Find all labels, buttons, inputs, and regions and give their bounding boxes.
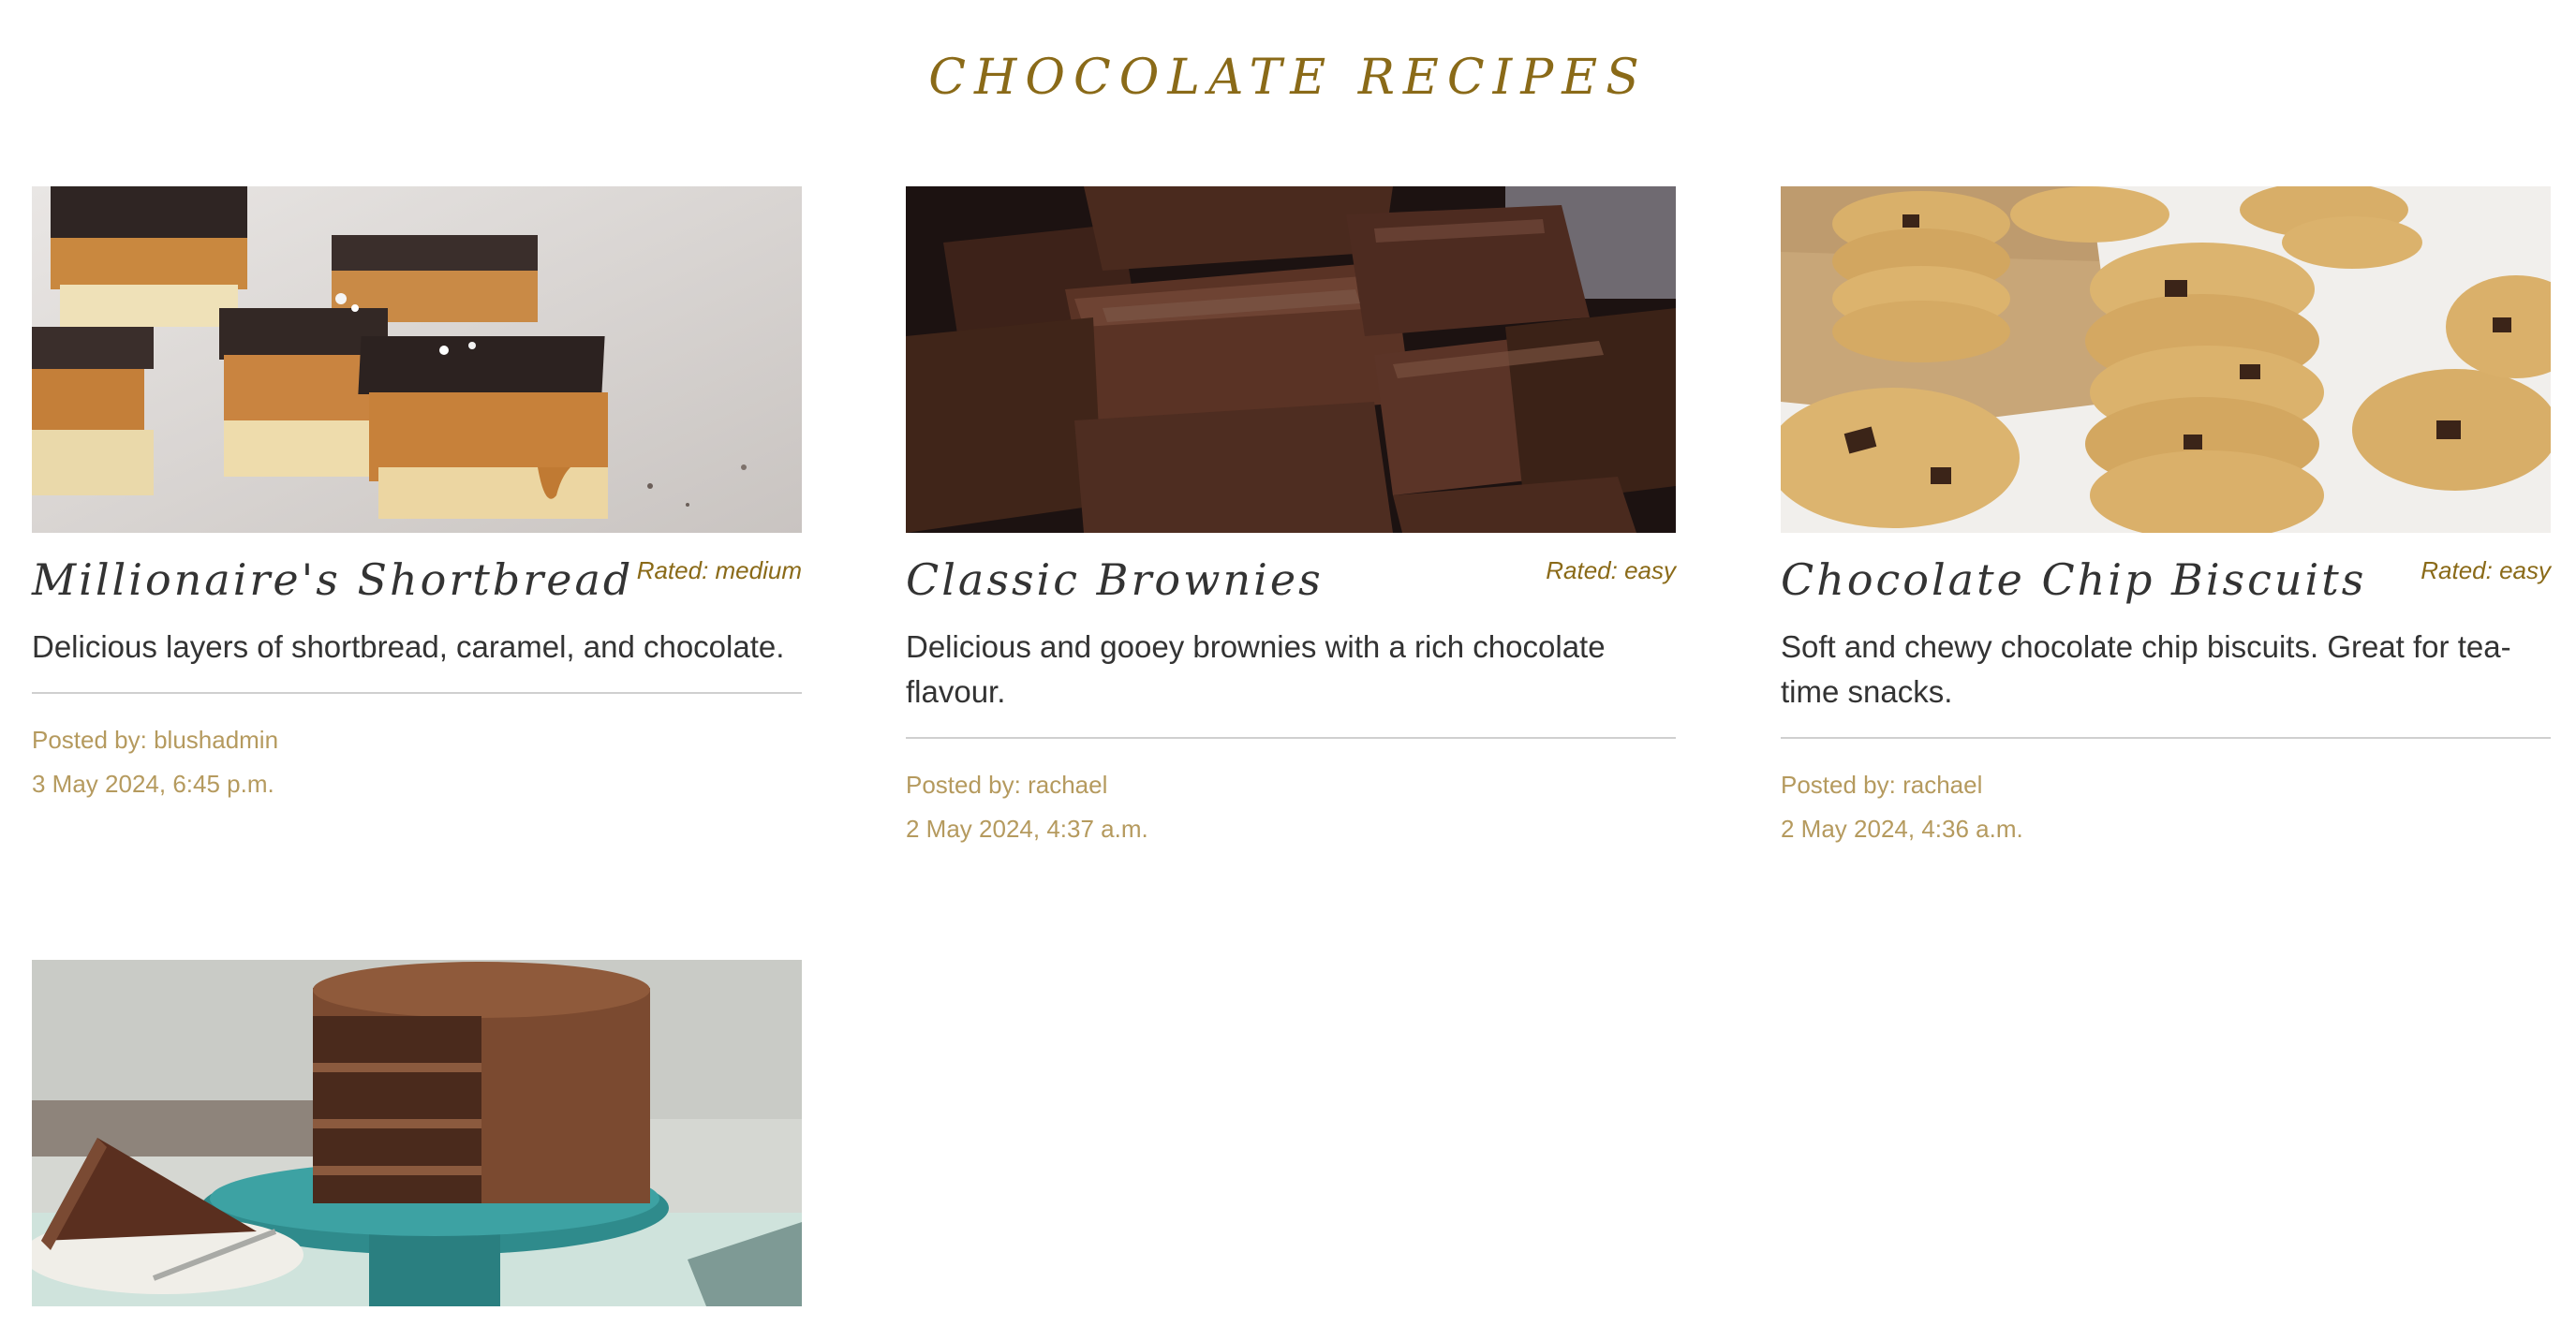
recipe-image-cake[interactable] xyxy=(32,960,802,1306)
recipe-card: Chocolate Chip Biscuits Rated: easy Soft… xyxy=(1781,186,2551,851)
recipe-description: Delicious and gooey brownies with a rich… xyxy=(906,629,1606,709)
card-divider xyxy=(906,737,1676,739)
recipe-meta: Posted by: rachael 2 May 2024, 4:36 a.m. xyxy=(1781,763,2551,851)
recipe-title[interactable]: Chocolate Chip Biscuits xyxy=(1781,550,2366,610)
card-divider xyxy=(32,692,802,694)
recipe-meta: Posted by: rachael 2 May 2024, 4:37 a.m. xyxy=(906,763,1676,851)
recipe-image-brownies[interactable] xyxy=(906,186,1676,533)
recipe-author: Posted by: rachael xyxy=(906,771,1108,799)
recipe-title[interactable]: Classic Brownies xyxy=(906,550,1324,610)
recipe-card xyxy=(32,960,802,1306)
recipe-meta: Posted by: blushadmin 3 May 2024, 6:45 p… xyxy=(32,718,802,806)
recipe-date: 3 May 2024, 6:45 p.m. xyxy=(32,770,274,798)
recipe-image-biscuits[interactable] xyxy=(1781,186,2551,533)
recipe-rating: Rated: easy xyxy=(1546,556,1676,584)
recipe-image-shortbread[interactable] xyxy=(32,186,802,533)
recipe-rating: Rated: easy xyxy=(2421,556,2551,584)
shortbread-photo xyxy=(32,186,802,533)
recipe-card: Millionaire's Shortbread Rated: medium D… xyxy=(32,186,802,806)
recipe-rating: Rated: medium xyxy=(636,556,802,584)
recipe-title[interactable]: Millionaire's Shortbread xyxy=(32,550,633,610)
biscuits-photo xyxy=(1781,186,2551,533)
recipe-author: Posted by: blushadmin xyxy=(32,726,279,754)
recipe-description: Delicious layers of shortbread, caramel,… xyxy=(32,629,785,664)
recipe-date: 2 May 2024, 4:36 a.m. xyxy=(1781,815,2023,843)
recipe-card: Classic Brownies Rated: easy Delicious a… xyxy=(906,186,1676,851)
card-divider xyxy=(1781,737,2551,739)
recipe-author: Posted by: rachael xyxy=(1781,771,1983,799)
page-title: CHOCOLATE RECIPES xyxy=(928,50,1648,106)
brownies-photo xyxy=(906,186,1676,533)
recipe-description: Soft and chewy chocolate chip biscuits. … xyxy=(1781,629,2511,709)
cake-photo xyxy=(32,960,802,1306)
recipe-date: 2 May 2024, 4:37 a.m. xyxy=(906,815,1148,843)
